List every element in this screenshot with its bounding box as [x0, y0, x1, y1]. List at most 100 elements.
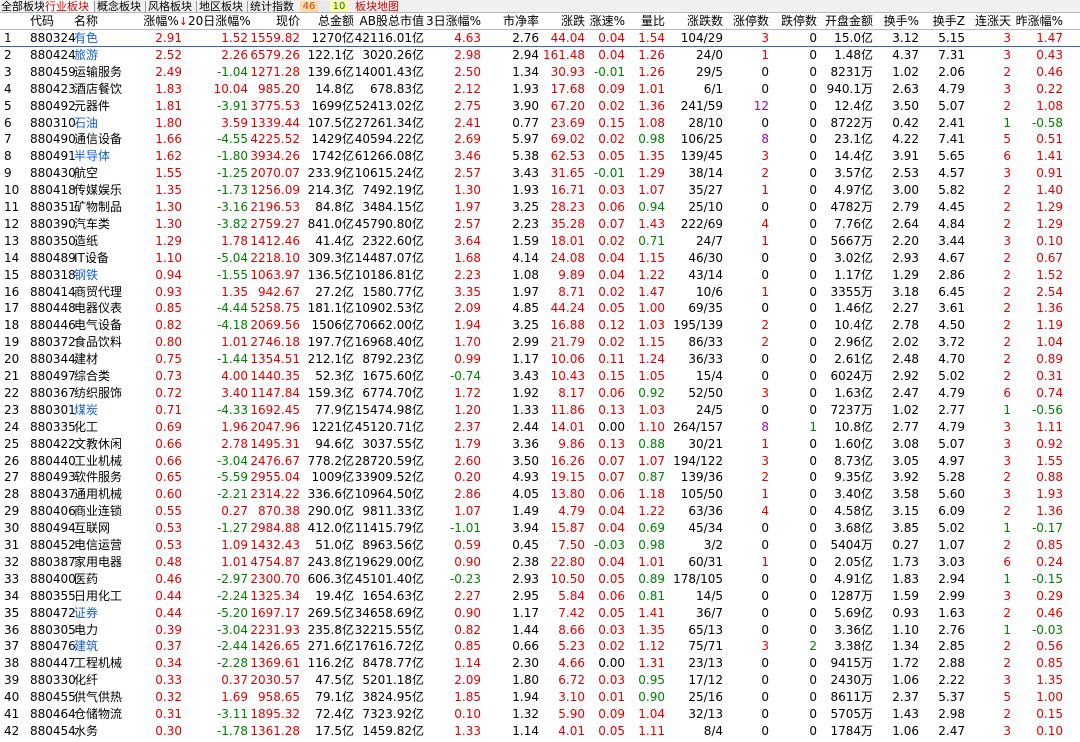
row-name[interactable]: 商贸代理 [74, 284, 134, 301]
table-row[interactable]: 32 880387 家用电器 0.48 1.01 4754.87 243.8亿 19629.0… [0, 554, 1080, 571]
table-row[interactable]: 38 880447 工程机械 0.34 -2.28 1369.61 116.2亿 8478.7… [0, 655, 1080, 672]
row-name[interactable]: 钢铁 [74, 267, 134, 284]
tab-style-boards[interactable]: 风格板块 [147, 0, 195, 12]
header-turnover-z[interactable]: 换手Z [919, 13, 965, 30]
table-row[interactable]: 26 880440 工业机械 0.66 -3.04 2476.67 778.2亿 28720.… [0, 453, 1080, 470]
table-row[interactable]: 8 880491 半导体 1.62 -1.80 3934.26 1742亿 61266.08亿… [0, 148, 1080, 165]
row-name[interactable]: 矿物制品 [74, 199, 134, 216]
table-row[interactable]: 22 880367 纺织服饰 0.72 3.40 1147.84 159.3亿 6774.70… [0, 385, 1080, 402]
table-row[interactable]: 17 880448 电器仪表 0.85 -4.44 5258.75 181.1亿 10902.… [0, 300, 1080, 317]
header-pct[interactable]: 涨幅%↓ [134, 13, 188, 30]
table-row[interactable]: 42 880454 水务 0.30 -1.78 1361.28 17.5亿 1459.82亿 1… [0, 723, 1080, 740]
row-name[interactable]: 造纸 [74, 233, 134, 250]
table-row[interactable]: 6 880310 石油 1.80 3.59 1339.44 107.5亿 27261.34亿 2… [0, 115, 1080, 132]
row-name[interactable]: 水务 [74, 723, 134, 740]
table-row[interactable]: 20 880344 建材 0.75 -1.44 1354.51 212.1亿 8792.23亿… [0, 351, 1080, 368]
header-up-days[interactable]: 连涨天 [965, 13, 1011, 30]
header-chg[interactable]: 涨跌 [539, 13, 585, 30]
row-name[interactable]: 汽车类 [74, 216, 134, 233]
row-name[interactable]: 传媒娱乐 [74, 182, 134, 199]
tab-concept-boards[interactable]: 概念板块 [96, 0, 144, 12]
row-name[interactable]: 纺织服饰 [74, 385, 134, 402]
table-row[interactable]: 7 880490 通信设备 1.66 -4.55 4225.52 1429亿 40594.22… [0, 131, 1080, 148]
row-name[interactable]: 文教休闲 [74, 436, 134, 453]
table-row[interactable]: 16 880414 商贸代理 0.93 1.35 942.67 27.2亿 1580.77亿 3… [0, 284, 1080, 301]
row-name[interactable]: 综合类 [74, 368, 134, 385]
row-name[interactable]: 建材 [74, 351, 134, 368]
table-row[interactable]: 2 880424 旅游 2.52 2.26 6579.26 122.1亿 3020.26亿 2.… [0, 47, 1080, 64]
header-open-amount[interactable]: 开盘金额 [817, 13, 873, 30]
header-speed[interactable]: 涨速% [585, 13, 625, 30]
row-name[interactable]: 商业连锁 [74, 503, 134, 520]
tab-board-map[interactable]: 板块地图 [354, 0, 404, 12]
row-name[interactable]: 日用化工 [74, 588, 134, 605]
row-name[interactable]: 化工 [74, 419, 134, 436]
row-name[interactable]: 供气供热 [74, 689, 134, 706]
row-name[interactable]: 证券 [74, 605, 134, 622]
header-prev-pct[interactable]: 昨涨幅% [1011, 13, 1063, 30]
header-pct20[interactable]: 20日涨幅% [188, 13, 251, 30]
row-name[interactable]: 家用电器 [74, 554, 134, 571]
table-row[interactable]: 4 880423 酒店餐饮 1.83 10.04 985.20 14.8亿 678.83亿 2.… [0, 81, 1080, 98]
table-row[interactable]: 18 880446 电气设备 0.82 -4.18 2069.56 1506亿 70662.0… [0, 317, 1080, 334]
header-pe[interactable]: 市净率 [481, 13, 539, 30]
table-row[interactable]: 24 880335 化工 0.69 1.96 2047.96 1221亿 45120.71亿 2… [0, 419, 1080, 436]
row-name[interactable]: 旅游 [74, 47, 134, 64]
row-name[interactable]: 运输服务 [74, 64, 134, 81]
header-ab-cap[interactable]: AB股总市值 [354, 13, 424, 30]
table-row[interactable]: 1 880324 有色 2.91 1.52 1559.82 1270亿 42116.01亿 4.… [0, 30, 1080, 47]
table-row[interactable]: 19 880372 食品饮料 0.80 1.01 2746.18 197.7亿 16968.4… [0, 334, 1080, 351]
table-row[interactable]: 31 880452 电信运营 0.53 1.09 1432.43 51.0亿 8963.56亿… [0, 537, 1080, 554]
table-row[interactable]: 5 880492 元器件 1.81 -3.91 3775.53 1699亿 52413.02亿… [0, 98, 1080, 115]
row-name[interactable]: 食品饮料 [74, 334, 134, 351]
table-row[interactable]: 30 880494 互联网 0.53 -1.27 2984.88 412.0亿 11415.7… [0, 520, 1080, 537]
table-row[interactable]: 13 880350 造纸 1.29 1.78 1412.46 41.4亿 2322.60亿 3.… [0, 233, 1080, 250]
row-name[interactable]: 建筑 [74, 638, 134, 655]
table-row[interactable]: 25 880422 文教休闲 0.66 2.78 1495.31 94.6亿 3037.55亿… [0, 436, 1080, 453]
row-name[interactable]: 航空 [74, 165, 134, 182]
table-row[interactable]: 23 880301 煤炭 0.71 -4.33 1692.45 77.9亿 15474.98亿… [0, 402, 1080, 419]
tab-region-boards[interactable]: 地区板块 [198, 0, 246, 12]
header-amount[interactable]: 总金额 [300, 13, 354, 30]
row-name[interactable]: 医药 [74, 571, 134, 588]
row-name[interactable]: 通用机械 [74, 486, 134, 503]
table-row[interactable]: 28 880437 通用机械 0.60 -2.21 2314.22 336.6亿 10964.… [0, 486, 1080, 503]
table-row[interactable]: 3 880459 运输服务 2.49 -1.04 1271.28 139.6亿 14001.4… [0, 64, 1080, 81]
row-name[interactable]: 石油 [74, 115, 134, 132]
header-turnover[interactable]: 换手% [873, 13, 919, 30]
header-name[interactable]: 名称 [74, 13, 134, 30]
table-row[interactable]: 21 880497 综合类 0.73 4.00 1440.35 52.3亿 1675.60亿 -… [0, 368, 1080, 385]
row-name[interactable]: 酒店餐饮 [74, 81, 134, 98]
row-name[interactable]: 互联网 [74, 520, 134, 537]
table-row[interactable]: 34 880355 日用化工 0.44 -2.24 1325.34 19.4亿 1654.63… [0, 588, 1080, 605]
header-updown[interactable]: 涨跌数 [665, 13, 723, 30]
tab-industry-boards[interactable]: 行业板块 [44, 0, 93, 12]
table-row[interactable]: 14 880489 IT设备 1.10 -5.04 2218.10 309.3亿 14487.… [0, 250, 1080, 267]
table-row[interactable]: 10 880418 传媒娱乐 1.35 -1.73 1256.09 214.3亿 7492.1… [0, 182, 1080, 199]
tab-stat-index[interactable]: 统计指数 [249, 0, 297, 12]
tab-all-boards[interactable]: 全部板块 [0, 0, 45, 12]
table-row[interactable]: 29 880406 商业连锁 0.55 0.27 870.38 290.0亿 9811.33亿… [0, 503, 1080, 520]
table-row[interactable]: 41 880464 仓储物流 0.31 -3.11 1895.32 72.4亿 7323.92… [0, 706, 1080, 723]
table-row[interactable]: 39 880330 化纤 0.33 0.37 2030.57 47.5亿 5201.18亿 2.… [0, 672, 1080, 689]
row-name[interactable]: 电气设备 [74, 317, 134, 334]
row-name[interactable]: 化纤 [74, 672, 134, 689]
row-name[interactable]: 通信设备 [74, 131, 134, 148]
header-pct3[interactable]: 3日涨幅% [424, 13, 481, 30]
header-limit-up[interactable]: 涨停数 [723, 13, 769, 30]
row-name[interactable]: 半导体 [74, 148, 134, 165]
row-name[interactable]: 软件服务 [74, 469, 134, 486]
table-row[interactable]: 36 880305 电力 0.39 -3.04 2231.93 235.8亿 32215.55… [0, 622, 1080, 639]
row-name[interactable]: 电器仪表 [74, 300, 134, 317]
table-row[interactable]: 35 880472 证券 0.44 -5.20 1697.17 269.5亿 34658.69… [0, 605, 1080, 622]
row-name[interactable]: IT设备 [74, 250, 134, 267]
table-row[interactable]: 27 880493 软件服务 0.65 -5.59 2955.04 1009亿 33909.5… [0, 469, 1080, 486]
table-row[interactable]: 37 880476 建筑 0.37 -2.44 1426.65 271.6亿 17616.72… [0, 638, 1080, 655]
row-name[interactable]: 仓储物流 [74, 706, 134, 723]
row-name[interactable]: 电信运营 [74, 537, 134, 554]
table-row[interactable]: 40 880455 供气供热 0.32 1.69 958.65 79.1亿 3824.95亿 1… [0, 689, 1080, 706]
table-row[interactable]: 33 880400 医药 0.46 -2.97 2300.70 606.3亿 45101.40… [0, 571, 1080, 588]
row-name[interactable]: 电力 [74, 622, 134, 639]
header-price[interactable]: 现价 [250, 13, 300, 30]
header-limit-down[interactable]: 跌停数 [769, 13, 817, 30]
